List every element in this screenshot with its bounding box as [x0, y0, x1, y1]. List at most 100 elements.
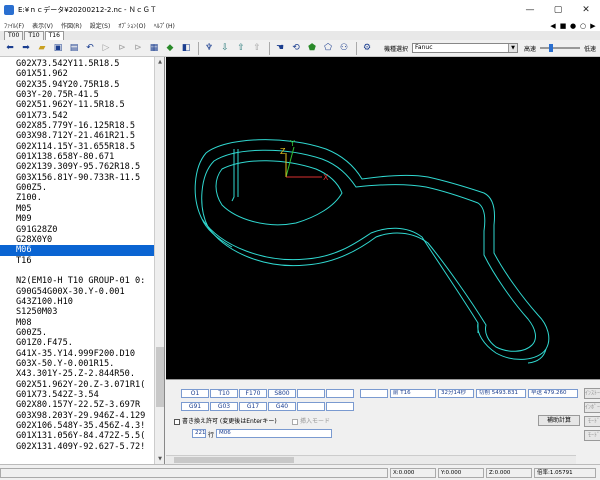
speed-slider[interactable] [540, 43, 581, 53]
code-scrollbar[interactable]: ▲ ▼ [154, 57, 164, 464]
menu-draw[interactable]: 作図(R) [57, 21, 86, 30]
code-line[interactable]: G01X138.658Y-80.671 [0, 152, 155, 162]
chevron-down-icon[interactable]: ▼ [508, 44, 518, 52]
view-3d-icon[interactable]: ⬟ [305, 41, 319, 55]
overwrite-checkbox-box[interactable] [174, 419, 180, 425]
menu-settings[interactable]: 設定(S) [86, 21, 115, 30]
code-scroll-thumb[interactable] [156, 347, 164, 407]
install-button[interactable]: ｲﾝｽﾄｰﾙ [584, 388, 600, 399]
code-line[interactable]: G41X-35.Y14.999F200.D10 [0, 349, 155, 359]
circle-icon[interactable]: ○ [579, 22, 587, 30]
menu-help[interactable]: ﾍﾙﾌﾟ(H) [150, 21, 179, 30]
hand-icon[interactable]: ☚ [273, 41, 287, 55]
up-bracket-icon[interactable]: ⇧ [234, 41, 248, 55]
stop-icon[interactable]: ■ [559, 22, 567, 30]
up-bracket-disabled-icon[interactable]: ⇧ [250, 41, 264, 55]
binoculars-icon[interactable]: ⚇ [337, 41, 351, 55]
save-icon[interactable]: ▣ [51, 41, 65, 55]
code-line[interactable]: Z100. [0, 193, 155, 203]
print-icon[interactable]: ▤ [67, 41, 81, 55]
scroll-down-icon[interactable]: ▼ [155, 454, 164, 464]
code-line[interactable]: G02X131.409Y-92.627-5.72! [0, 442, 155, 452]
code-line[interactable]: G03X98.712Y-21.461R21.5 [0, 131, 155, 141]
line-edit-field[interactable]: M06 [216, 429, 332, 438]
tab-t00[interactable]: T00 [4, 31, 24, 40]
tool-icon[interactable]: ♆ [202, 41, 216, 55]
open-folder-icon[interactable]: ▰ [35, 41, 49, 55]
code-line[interactable]: G02X106.548Y-35.456Z-4.3! [0, 421, 155, 431]
calc-button[interactable]: 補助計算 [538, 415, 580, 426]
tab-t10[interactable]: T10 [24, 31, 44, 40]
tag-icon[interactable]: ◆ [163, 41, 177, 55]
code-line[interactable]: G90G54G00X-30.Y-0.001 [0, 287, 155, 297]
model-select[interactable]: Fanuc ▼ [412, 43, 519, 53]
code-line[interactable]: M05 [0, 204, 155, 214]
machine-icon[interactable]: ⚙ [360, 41, 374, 55]
code-line[interactable]: T16 [0, 256, 155, 266]
code-line[interactable]: G02X51.962Y-20.Z-3.071R1( [0, 380, 155, 390]
rotate-icon[interactable]: ⟲ [289, 41, 303, 55]
triangle-right-icon[interactable]: ▶ [589, 22, 597, 30]
triangle-left-icon[interactable]: ◀ [549, 22, 557, 30]
code-line[interactable]: G02X139.309Y-95.762R18.5 [0, 162, 155, 172]
tab-t16[interactable]: T16 [44, 31, 64, 40]
fill-icon[interactable]: ◧ [179, 41, 193, 55]
code-line[interactable]: M09 [0, 214, 155, 224]
import-button[interactable]: ｲﾝﾎﾟｰﾄ [584, 402, 600, 413]
step-icon[interactable]: ⊳ [115, 41, 129, 55]
code-line[interactable]: G03X-50.Y-0.001R15. [0, 359, 155, 369]
code-line[interactable]: G91G28Z0 [0, 225, 155, 235]
code-line[interactable]: G02X73.542Y11.5R18.5 [0, 59, 155, 69]
code-line[interactable] [0, 266, 155, 276]
code-line[interactable]: G00Z5. [0, 183, 155, 193]
code-line[interactable]: G00Z5. [0, 328, 155, 338]
code-line[interactable]: M08 [0, 318, 155, 328]
code-line[interactable]: G01X51.962 [0, 69, 155, 79]
down-bracket-icon[interactable]: ⇩ [218, 41, 232, 55]
toolpath-canvas[interactable]: X Y Z [166, 57, 600, 379]
code-line[interactable]: X43.301Y-25.Z-2.844R50. [0, 369, 155, 379]
back-arrow-icon[interactable]: ⬅ [3, 41, 17, 55]
code-line[interactable]: N2(EM10-H T10 GROUP-01 0: [0, 276, 155, 286]
pattern-icon[interactable]: ▦ [147, 41, 161, 55]
minimize-button[interactable]: — [516, 0, 544, 20]
insert-mode-checkbox[interactable]: 挿入モード [292, 418, 330, 426]
info-horizontal-scrollbar[interactable] [166, 455, 576, 464]
menu-options[interactable]: ｵﾌﾟｼｮﾝ(O) [114, 21, 149, 30]
view-top-icon[interactable]: ⬠ [321, 41, 335, 55]
scroll-up-icon[interactable]: ▲ [155, 57, 164, 67]
code-line[interactable]: G02X51.962Y-11.5R18.5 [0, 100, 155, 110]
insert-mode-checkbox-box[interactable] [292, 419, 298, 425]
record-icon[interactable]: ● [569, 22, 577, 30]
code-line[interactable]: G02X114.15Y-31.655R18.5 [0, 142, 155, 152]
code-line[interactable]: G02X80.157Y-22.5Z-3.697R [0, 400, 155, 410]
close-button[interactable]: ✕ [572, 0, 600, 20]
menu-file[interactable]: ﾌｧｲﾙ(F) [0, 21, 28, 30]
code-line[interactable]: G28X0Y0 [0, 235, 155, 245]
menu-view[interactable]: 表示(V) [28, 21, 57, 30]
mode-button-2[interactable]: ﾓｰﾄﾞ [584, 430, 600, 441]
code-line[interactable]: G03X98.203Y-29.946Z-4.129 [0, 411, 155, 421]
info-scroll-thumb[interactable] [174, 457, 294, 463]
mode-button-1[interactable]: ﾓｰﾄﾞ [584, 416, 600, 427]
code-line[interactable]: G01X73.542 [0, 111, 155, 121]
code-line[interactable]: G01X73.542Z-3.54 [0, 390, 155, 400]
code-line[interactable]: S1250M03 [0, 307, 155, 317]
play-icon[interactable]: ▷ [99, 41, 113, 55]
overwrite-checkbox[interactable]: 書き換え許可 (変更後はEnterキー) [174, 418, 277, 426]
code-line[interactable]: G01Z0.F475. [0, 338, 155, 348]
code-line-selected[interactable]: M06 [0, 245, 155, 256]
forward-arrow-icon[interactable]: ➡ [19, 41, 33, 55]
code-line[interactable]: G02X35.94Y20.75R18.5 [0, 80, 155, 90]
code-line[interactable]: G43Z100.H10 [0, 297, 155, 307]
speed-slider-thumb[interactable] [549, 44, 554, 52]
code-line[interactable]: G03Y-20.75R-41.5 [0, 90, 155, 100]
nc-code-panel[interactable]: G02X73.542Y11.5R18.5 G01X51.962 G02X35.94Y… [0, 57, 165, 464]
maximize-button[interactable]: ▢ [544, 0, 572, 20]
code-line[interactable]: G02X85.779Y-16.125R18.5 [0, 121, 155, 131]
undo-icon[interactable]: ↶ [83, 41, 97, 55]
app-icon [4, 5, 14, 15]
code-line[interactable]: G03X156.81Y-90.733R-11.5 [0, 173, 155, 183]
code-line[interactable]: G01X131.056Y-84.472Z-5.5( [0, 431, 155, 441]
end-icon[interactable]: ⊳ [131, 41, 145, 55]
